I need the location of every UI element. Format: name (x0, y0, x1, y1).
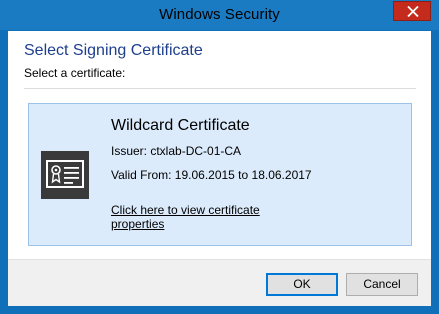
divider (24, 88, 416, 89)
window-title: Windows Security (159, 6, 280, 23)
title-bar[interactable]: Windows Security (0, 0, 439, 30)
view-certificate-properties-link[interactable]: Click here to view certificate propertie… (111, 203, 281, 231)
certificate-name: Wildcard Certificate (111, 117, 250, 134)
certificate-tile[interactable]: Wildcard Certificate Issuer: ctxlab-DC-0… (28, 103, 412, 246)
dialog-window: Windows Security Select Signing Certific… (0, 0, 439, 314)
dialog-body: Select Signing Certificate Select a cert… (8, 31, 431, 306)
close-button[interactable] (393, 1, 431, 21)
button-bar: OK Cancel (8, 259, 431, 306)
ok-button[interactable]: OK (266, 273, 338, 296)
certificate-icon (41, 151, 89, 199)
certificate-validity: Valid From: 19.06.2015 to 18.06.2017 (111, 168, 312, 182)
dialog-heading: Select Signing Certificate (24, 42, 203, 59)
dialog-subtitle: Select a certificate: (24, 66, 126, 80)
cancel-button[interactable]: Cancel (346, 273, 418, 296)
certificate-issuer: Issuer: ctxlab-DC-01-CA (111, 144, 242, 158)
close-icon (407, 6, 419, 17)
